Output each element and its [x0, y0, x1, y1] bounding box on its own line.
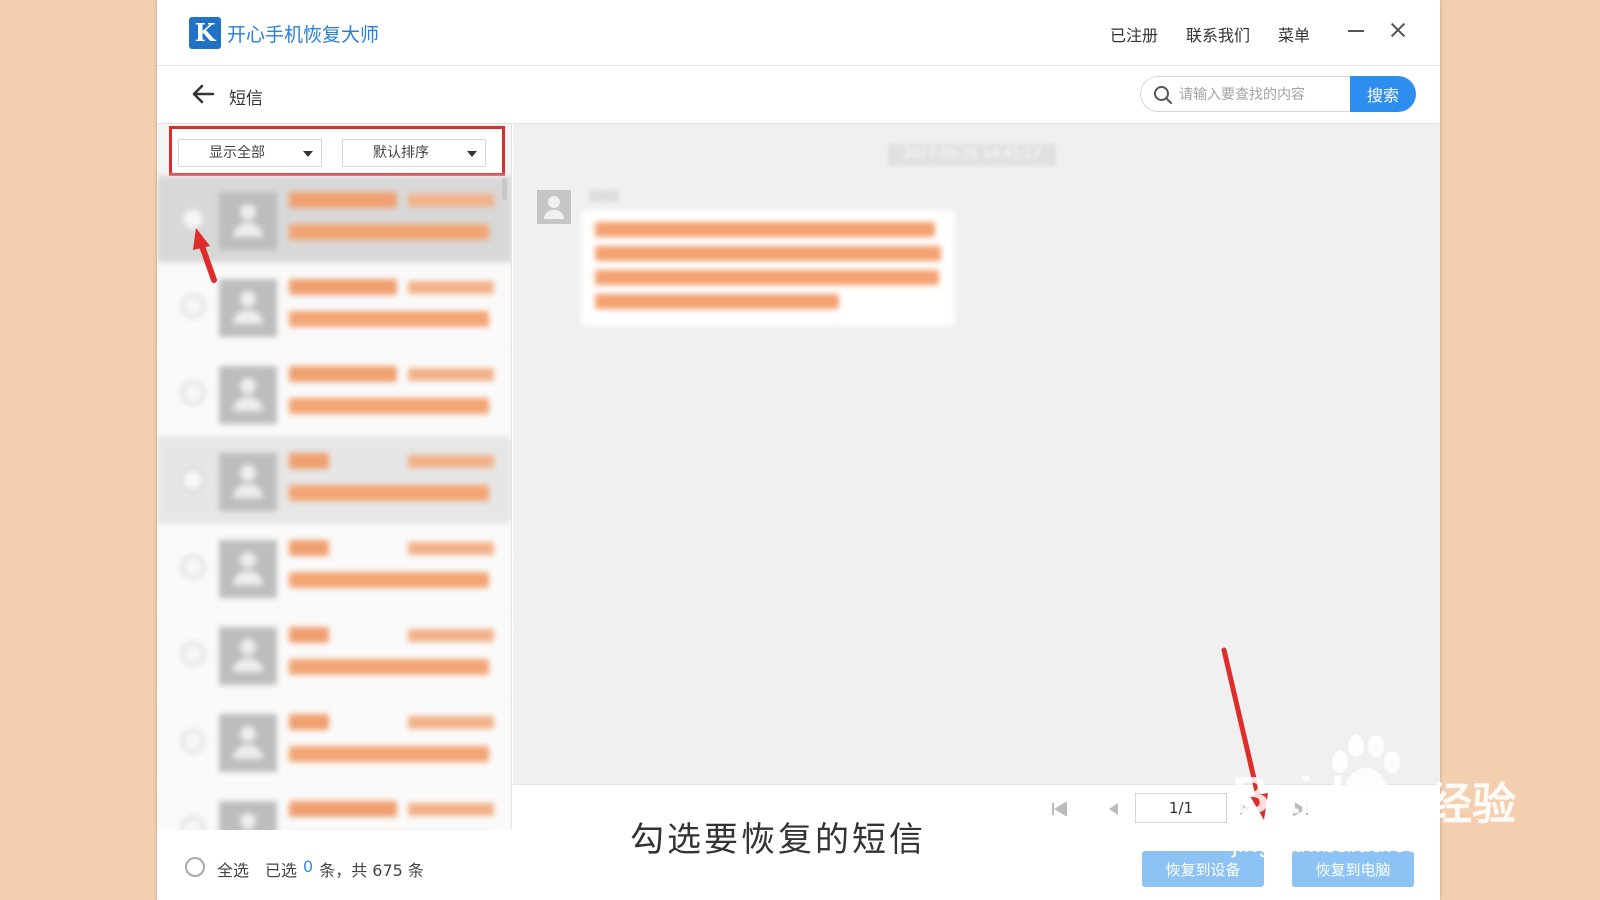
title-bar: K 开心手机恢复大师 已注册 联系我们 菜单 [157, 0, 1440, 66]
avatar [219, 540, 277, 598]
avatar [219, 279, 277, 337]
close-icon[interactable] [1386, 18, 1410, 42]
sub-header: 短信 搜索 [157, 66, 1440, 124]
avatar [219, 192, 277, 250]
message-preview [289, 398, 489, 414]
list-item[interactable] [157, 785, 511, 830]
first-page-icon[interactable] [1051, 801, 1067, 817]
avatar [219, 801, 277, 830]
sender-name [589, 190, 619, 202]
show-filter-dropdown[interactable]: 显示全部 [178, 139, 322, 167]
select-all-label[interactable]: 全选 [217, 857, 249, 881]
avatar [537, 190, 571, 224]
baidu-watermark: Baidu 经验 jingyan.baidu.com [1232, 732, 1532, 872]
list-item[interactable] [157, 263, 511, 350]
message-date [408, 281, 494, 294]
contact-name [289, 366, 397, 382]
avatar [219, 714, 277, 772]
watermark-text: 经验 [1428, 779, 1516, 830]
menu-link[interactable]: 菜单 [1278, 22, 1310, 46]
caret-down-icon [303, 151, 313, 157]
app-title: 开心手机恢复大师 [227, 24, 380, 46]
video-caption: 勾选要恢复的短信 [630, 820, 926, 860]
contact-name [289, 453, 329, 469]
message-date [408, 716, 494, 729]
watermark-url: jingyan.baidu.com [1232, 828, 1442, 858]
contact-name [289, 714, 329, 730]
list-item[interactable] [157, 611, 511, 698]
caret-down-icon [467, 151, 477, 157]
list-item[interactable] [157, 698, 511, 785]
item-checkbox[interactable] [181, 294, 205, 318]
sort-label: 默认排序 [373, 145, 429, 161]
contact-name [289, 540, 329, 556]
message-preview [289, 485, 489, 501]
search-input[interactable] [1179, 84, 1344, 106]
item-checkbox[interactable] [181, 555, 205, 579]
selection-count: 已选 0 条，共 675 条 [265, 857, 424, 881]
contact-name [289, 627, 329, 643]
message-preview [289, 746, 489, 762]
filter-highlight-box: 显示全部 默认排序 [169, 126, 505, 176]
app-logo: K [189, 17, 221, 49]
item-checkbox[interactable] [181, 816, 205, 830]
message-list [157, 176, 511, 830]
selected-count: 0 [303, 857, 314, 876]
page-title: 短信 [229, 89, 263, 109]
message-date [408, 368, 494, 381]
message-preview [289, 572, 489, 588]
message-preview [289, 224, 489, 240]
item-checkbox[interactable] [181, 642, 205, 666]
list-scrollbar[interactable] [502, 178, 507, 200]
message-list-panel: 显示全部 默认排序 [157, 124, 512, 830]
avatar [219, 627, 277, 685]
list-item[interactable] [157, 176, 511, 263]
item-checkbox[interactable] [181, 468, 205, 492]
show-filter-label: 显示全部 [209, 145, 265, 161]
conversation-date: 2017-09-25 14:41:17 [888, 144, 1056, 166]
avatar [219, 453, 277, 511]
message-date [408, 629, 494, 642]
top-nav: 已注册 联系我们 菜单 [1110, 22, 1310, 46]
list-item[interactable] [157, 350, 511, 437]
registered-link[interactable]: 已注册 [1110, 22, 1158, 46]
item-checkbox[interactable] [181, 381, 205, 405]
contact-us-link[interactable]: 联系我们 [1186, 22, 1250, 46]
selected-prefix: 已选 [265, 861, 298, 880]
search-button[interactable]: 搜索 [1350, 76, 1416, 112]
item-checkbox[interactable] [181, 207, 205, 231]
back-arrow-icon[interactable] [189, 80, 217, 108]
message-date [408, 542, 494, 555]
total-count: 条，共 675 条 [319, 861, 424, 880]
contact-name [289, 192, 397, 208]
message-date [408, 455, 494, 468]
contact-name [289, 279, 397, 295]
list-item[interactable] [157, 524, 511, 611]
message-preview [289, 311, 489, 327]
conversation-panel: 2017-09-25 14:41:17 [513, 124, 1440, 784]
select-all-radio[interactable] [185, 857, 205, 877]
watermark-brand: Baidu [1232, 767, 1377, 825]
contact-name [289, 801, 397, 817]
minimize-icon[interactable] [1344, 18, 1368, 42]
page-indicator[interactable]: 1/1 [1135, 793, 1227, 823]
message-bubble [581, 210, 955, 326]
message-date [408, 803, 494, 816]
message-preview [289, 659, 489, 675]
list-item[interactable] [157, 437, 511, 524]
message-date [408, 194, 494, 207]
avatar [219, 366, 277, 424]
search-box [1140, 76, 1350, 112]
search-icon [1153, 85, 1173, 105]
prev-page-icon[interactable] [1107, 801, 1119, 815]
sort-dropdown[interactable]: 默认排序 [342, 139, 486, 167]
item-checkbox[interactable] [181, 729, 205, 753]
